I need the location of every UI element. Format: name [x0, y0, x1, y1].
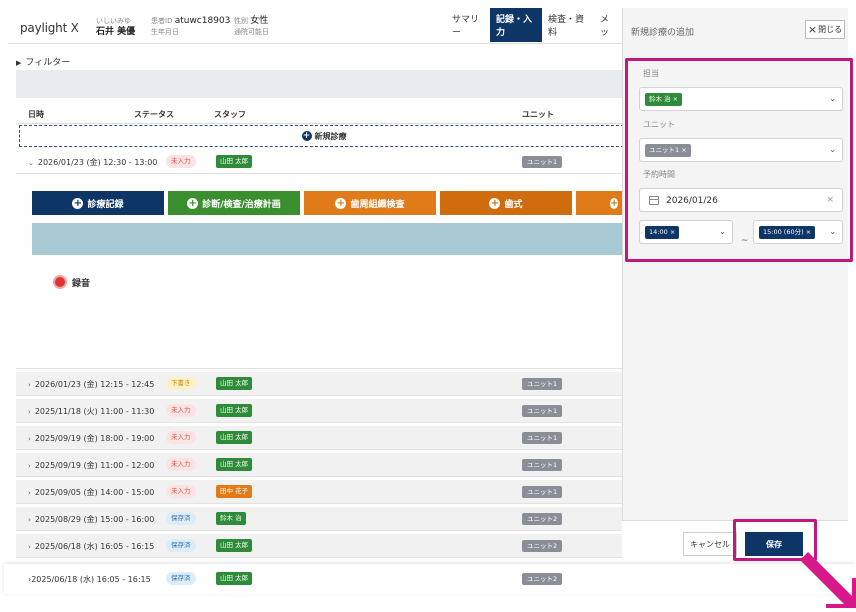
sex-value: 女性 — [250, 16, 269, 26]
close-icon: × — [807, 23, 818, 36]
chevron-right-icon: › — [28, 543, 31, 551]
staff-tag: 山田 太郎 — [216, 155, 253, 168]
note-area[interactable] — [32, 223, 622, 255]
tab-record-input[interactable]: 記録・入力 — [490, 8, 542, 42]
patient-name: 石井 美優 — [96, 27, 136, 37]
patient-id-value: atuwc18903 — [174, 16, 231, 26]
panel-title: 新規診療の追加 — [631, 28, 695, 38]
table-row[interactable]: › 2025/09/05 (金) 14:00 - 15:00 未入力 田中 花子 … — [16, 480, 622, 504]
table-row[interactable]: › 2026/01/23 (金) 12:15 - 12:45 下書き 山田 太郎 … — [16, 372, 622, 396]
unit-tag: ユニット1 — [522, 378, 563, 390]
staff-tag: 山田 太郎 — [216, 377, 253, 390]
patient-id-label: 患者ID — [151, 17, 173, 25]
status-badge: 未入力 — [166, 458, 196, 471]
tab-messages[interactable]: メッ — [594, 8, 622, 42]
close-button[interactable]: × 閉じる — [805, 20, 845, 39]
col-staff: スタッフ — [214, 110, 246, 119]
new-visit-button[interactable]: + 新規診療 — [19, 125, 629, 147]
more-action-button[interactable]: + — [576, 191, 622, 215]
table-header: 日時 ステータス スタッフ ユニット — [16, 100, 622, 124]
plus-circle-icon: + — [301, 131, 312, 141]
tab-summary[interactable]: サマリー — [446, 8, 490, 42]
status-badge: 保存済 — [166, 539, 196, 552]
chevron-right-icon: › — [28, 516, 31, 524]
clinic-days-label: 通院可能日 — [234, 28, 269, 36]
chevron-right-icon: › — [28, 462, 31, 470]
plus-circle-icon: + — [187, 197, 199, 209]
unit-tag: ユニット2 — [522, 540, 563, 552]
table-row[interactable]: › 2025/08/29 (金) 15:00 - 16:00 保存済 鈴木 治 ユ… — [16, 507, 622, 531]
sex-label: 性別 — [234, 17, 248, 25]
patient-id-block: 患者ID atuwc18903 生年月日 — [151, 16, 230, 38]
col-datetime: 日時 — [28, 110, 44, 119]
unit-tag: ユニット1 — [522, 486, 563, 498]
app-logo[interactable]: paylight X — [20, 21, 79, 35]
row-datetime: 2026/01/23 (金) 12:30 - 13:00 — [37, 158, 158, 167]
staff-tag: 鈴木 治 — [216, 512, 246, 525]
status-badge: 下書き — [166, 377, 196, 390]
expanded-visit-section: + 診療記録 + 診断/検査/治療計画 + 歯周組織検査 + 歯式 + 録音 — [16, 179, 622, 369]
plus-circle-icon: + — [489, 197, 501, 209]
staff-tag: 山田 太郎 — [216, 431, 253, 444]
status-badge: 保存済 — [166, 572, 196, 585]
staff-tag: 田中 花子 — [216, 485, 253, 498]
plus-circle-icon: + — [335, 197, 347, 209]
status-badge: 保存済 — [166, 512, 196, 525]
status-badge: 未入力 — [166, 431, 196, 444]
patient-sex-block: 性別 女性 通院可能日 — [234, 16, 269, 38]
patient-name-block: いしいみゆ 石井 美優 — [96, 16, 135, 38]
chevron-right-icon: › — [28, 408, 31, 416]
clinical-record-button[interactable]: + 診療記録 — [32, 191, 164, 215]
table-row-floating[interactable]: ›2025/06/18 (水) 16:05 - 16:15 保存済 山田 太郎 … — [4, 564, 856, 594]
unit-tag: ユニット1 — [522, 405, 563, 417]
dental-chart-button[interactable]: + 歯式 — [440, 191, 572, 215]
table-row[interactable]: › 2025/06/18 (水) 16:05 - 16:15 保存済 山田 太郎 … — [16, 534, 622, 558]
periodontal-exam-button[interactable]: + 歯周組織検査 — [304, 191, 436, 215]
staff-tag: 山田 太郎 — [216, 539, 253, 552]
chevron-right-icon: › — [28, 489, 31, 497]
chevron-down-icon: ⌄ — [28, 159, 34, 167]
patient-kana: いしいみゆ — [96, 17, 131, 25]
filter-band — [16, 70, 622, 98]
status-badge: 未入力 — [166, 155, 196, 168]
unit-tag: ユニット2 — [522, 573, 563, 585]
record-icon — [53, 275, 67, 289]
dob-label: 生年月日 — [151, 28, 179, 36]
app-header: paylight X いしいみゆ 石井 美優 患者ID atuwc18903 生… — [8, 8, 622, 44]
table-row-expanded[interactable]: ⌄ 2026/01/23 (金) 12:30 - 13:00 未入力 山田 太郎 … — [16, 150, 622, 174]
plus-circle-icon: + — [610, 197, 619, 209]
unit-tag: ユニット1 — [522, 156, 563, 168]
col-status: ステータス — [134, 110, 174, 119]
highlight-form-fields — [625, 58, 853, 262]
unit-tag: ユニット1 — [522, 459, 563, 471]
plus-circle-icon: + — [72, 197, 84, 209]
staff-tag: 山田 太郎 — [216, 458, 253, 471]
status-badge: 未入力 — [166, 404, 196, 417]
tab-exam-documents[interactable]: 検査・資料 — [542, 8, 594, 42]
table-row[interactable]: › 2025/09/19 (金) 18:00 - 19:00 未入力 山田 太郎 … — [16, 426, 622, 450]
staff-tag: 山田 太郎 — [216, 572, 253, 585]
unit-tag: ユニット2 — [522, 513, 563, 525]
filter-toggle[interactable]: ▶ フィルター — [16, 55, 70, 68]
chevron-right-icon: › — [28, 435, 31, 443]
col-unit: ユニット — [522, 110, 554, 119]
main-nav: サマリー 記録・入力 検査・資料 メッ — [446, 8, 622, 42]
chevron-right-icon: › — [28, 381, 31, 389]
record-audio-button[interactable]: 録音 — [53, 275, 90, 289]
caret-right-icon: ▶ — [16, 59, 22, 67]
pointer-arrow-icon — [800, 552, 856, 608]
unit-tag: ユニット1 — [522, 432, 563, 444]
table-row[interactable]: › 2025/09/19 (金) 11:00 - 12:00 未入力 山田 太郎 … — [16, 453, 622, 477]
cancel-button[interactable]: キャンセル — [683, 532, 737, 556]
diagnosis-plan-button[interactable]: + 診断/検査/治療計画 — [168, 191, 300, 215]
staff-tag: 山田 太郎 — [216, 404, 253, 417]
status-badge: 未入力 — [166, 485, 196, 498]
table-row[interactable]: › 2025/11/18 (火) 11:00 - 11:30 未入力 山田 太郎 … — [16, 399, 622, 423]
